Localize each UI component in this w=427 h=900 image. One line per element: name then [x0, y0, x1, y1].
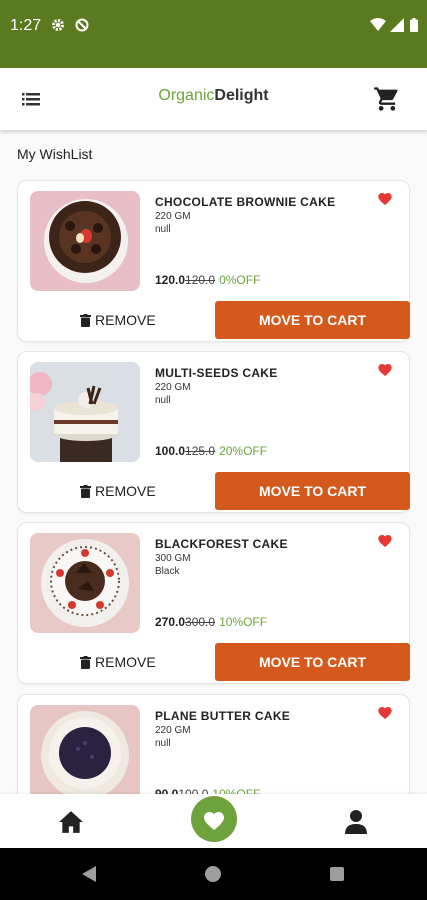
- wishlist-card: CHOCOLATE BROWNIE CAKE 220 GM null 120.0…: [17, 180, 410, 342]
- remove-label: REMOVE: [95, 654, 156, 670]
- remove-label: REMOVE: [95, 312, 156, 328]
- trash-icon: [80, 655, 91, 669]
- move-to-cart-button[interactable]: MOVE TO CART: [215, 643, 410, 681]
- product-name: PLANE BUTTER CAKE: [155, 709, 291, 723]
- recents-icon[interactable]: [330, 867, 344, 881]
- status-bar: 1:27: [0, 0, 427, 68]
- brand-logo: OrganicDelight: [0, 87, 427, 105]
- status-time: 1:27: [10, 17, 42, 34]
- mrp-price: 120.0: [185, 273, 216, 287]
- product-name: CHOCOLATE BROWNIE CAKE: [155, 195, 336, 209]
- settings-icon: [52, 19, 64, 31]
- product-weight: 220 GM: [155, 382, 191, 393]
- home-icon[interactable]: [58, 810, 84, 834]
- system-home-icon[interactable]: [205, 866, 221, 882]
- battery-icon: [410, 18, 418, 32]
- trash-icon: [80, 313, 91, 327]
- cart-icon[interactable]: [373, 85, 401, 113]
- discount-label: 10%OFF: [219, 615, 268, 629]
- heart-icon[interactable]: [377, 191, 393, 205]
- product-variant: null: [155, 224, 171, 235]
- product-image[interactable]: [30, 191, 140, 291]
- heart-icon[interactable]: [377, 533, 393, 547]
- product-image[interactable]: [30, 705, 140, 805]
- discount-label: 20%OFF: [219, 444, 268, 458]
- price: 100.0: [155, 444, 186, 458]
- heart-icon[interactable]: [377, 362, 393, 376]
- heart-icon[interactable]: [377, 705, 393, 719]
- signal-icon: [390, 18, 404, 32]
- price-row: 100.0125.0 20%OFF: [155, 444, 267, 458]
- product-weight: 300 GM: [155, 553, 191, 564]
- wishlist-nav-button[interactable]: [191, 796, 237, 842]
- brand-part1: Organic: [158, 87, 215, 104]
- price: 270.0: [155, 615, 186, 629]
- back-icon[interactable]: [82, 866, 96, 882]
- app-bar: OrganicDelight: [0, 68, 427, 130]
- product-variant: null: [155, 395, 171, 406]
- product-image[interactable]: [30, 533, 140, 633]
- move-to-cart-button[interactable]: MOVE TO CART: [215, 472, 410, 510]
- product-weight: 220 GM: [155, 725, 191, 736]
- bottom-nav: [0, 794, 427, 848]
- data-saver-icon: [75, 18, 89, 32]
- wishlist-card: MULTI-SEEDS CAKE 220 GM null 100.0125.0 2…: [17, 351, 410, 513]
- price: 120.0: [155, 273, 186, 287]
- remove-button[interactable]: REMOVE: [80, 653, 156, 671]
- product-name: MULTI-SEEDS CAKE: [155, 366, 278, 380]
- product-variant: Black: [155, 566, 180, 577]
- mrp-price: 125.0: [185, 444, 216, 458]
- remove-button[interactable]: REMOVE: [80, 482, 156, 500]
- price-row: 120.0120.0 0%OFF: [155, 273, 260, 287]
- product-image[interactable]: [30, 362, 140, 462]
- product-variant: null: [155, 738, 171, 749]
- system-nav-bar: [0, 848, 427, 900]
- move-to-cart-button[interactable]: MOVE TO CART: [215, 301, 410, 339]
- wifi-icon: [370, 18, 386, 31]
- profile-icon[interactable]: [344, 809, 368, 835]
- brand-part2: Delight: [214, 87, 269, 104]
- product-name: BLACKFOREST CAKE: [155, 537, 288, 551]
- price-row: 270.0300.0 10%OFF: [155, 615, 267, 629]
- page-title: My WishList: [17, 146, 93, 162]
- remove-label: REMOVE: [95, 483, 156, 499]
- mrp-price: 300.0: [185, 615, 216, 629]
- discount-label: 0%OFF: [219, 273, 261, 287]
- wishlist-card: BLACKFOREST CAKE 300 GM Black 270.0300.0…: [17, 522, 410, 684]
- heart-icon: [204, 811, 224, 830]
- trash-icon: [80, 484, 91, 498]
- remove-button[interactable]: REMOVE: [80, 311, 156, 329]
- product-weight: 220 GM: [155, 211, 191, 222]
